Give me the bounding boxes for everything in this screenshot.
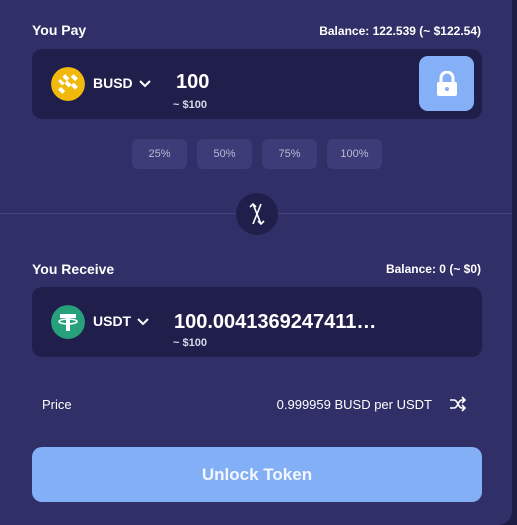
price-label: Price <box>42 397 72 412</box>
pay-balance: Balance: 122.539 (~ $122.54) <box>319 24 481 38</box>
percent-75-button[interactable]: 75% <box>262 139 317 169</box>
shuffle-icon[interactable] <box>449 396 467 412</box>
receive-amount: 100.0041369247411… <box>174 311 377 333</box>
lock-button[interactable] <box>419 56 474 111</box>
pay-token-name: BUSD <box>93 75 133 91</box>
receive-input-box: USDT 100.0041369247411… ~ $100 <box>32 287 482 357</box>
price-value: 0.999959 BUSD per USDT <box>276 397 432 412</box>
swap-direction-button[interactable] <box>236 193 278 235</box>
pay-input-box: BUSD ~ $100 <box>32 49 482 119</box>
pay-usd-value: ~ $100 <box>173 99 207 111</box>
swap-arrows-icon <box>249 203 265 225</box>
swap-card: You Pay Balance: 122.539 (~ $122.54) BUS… <box>0 0 512 525</box>
receive-balance: Balance: 0 (~ $0) <box>385 262 481 276</box>
usdt-icon <box>51 305 85 339</box>
percent-50-button[interactable]: 50% <box>197 139 252 169</box>
percent-100-button[interactable]: 100% <box>327 139 382 169</box>
percent-buttons: 25% 50% 75% 100% <box>132 139 382 169</box>
receive-token-name: USDT <box>93 313 132 329</box>
you-pay-label: You Pay <box>32 22 87 38</box>
chevron-down-icon[interactable] <box>136 314 150 328</box>
percent-25-button[interactable]: 25% <box>132 139 187 169</box>
unlock-token-button[interactable]: Unlock Token <box>32 447 482 502</box>
chevron-down-icon[interactable] <box>138 76 152 90</box>
you-receive-label: You Receive <box>32 261 115 277</box>
receive-usd-value: ~ $100 <box>173 337 207 349</box>
lock-icon <box>436 70 457 96</box>
pay-amount-input[interactable] <box>176 71 406 94</box>
busd-icon <box>51 67 85 101</box>
